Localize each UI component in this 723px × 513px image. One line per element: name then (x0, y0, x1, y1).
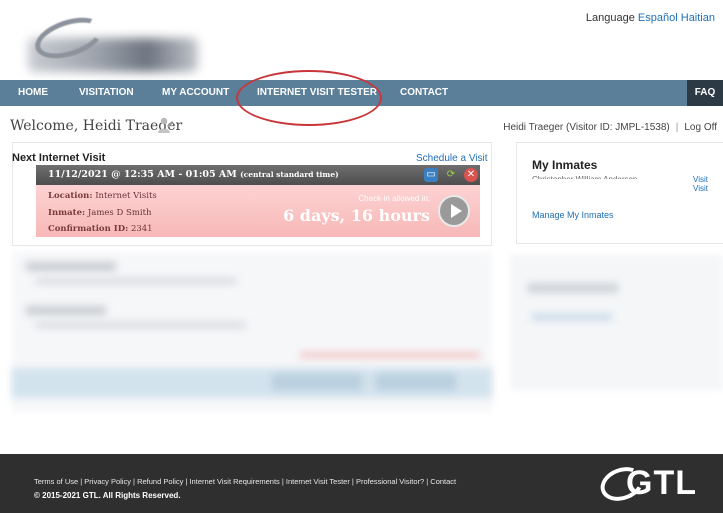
visit-header-bar: 11/12/2021 @ 12:35 AM - 01:05 AM (centra… (36, 165, 480, 185)
manage-inmates-link[interactable]: Manage My Inmates (532, 210, 614, 220)
blurred-text (36, 322, 246, 328)
footer-logo-text: GTL (626, 464, 697, 502)
visit-confirmation: Confirmation ID: 2341 (48, 224, 153, 234)
visit-inmate: Inmate: James D Smith (48, 208, 151, 218)
language-link-haitian[interactable]: Haitian (681, 12, 715, 24)
inmate-value: James D Smith (87, 208, 152, 218)
blurred-accent (300, 353, 480, 357)
inmate-visit-link-1[interactable]: Visit (693, 175, 708, 184)
user-edit-icon[interactable] (156, 116, 174, 134)
language-selector: Language Español Haitian (586, 12, 715, 24)
monitor-icon[interactable]: ▭ (424, 168, 438, 182)
start-visit-play-button[interactable] (438, 195, 470, 227)
checkin-countdown: 6 days, 16 hours (283, 206, 430, 225)
nav-internet-visit-tester[interactable]: INTERNET VISIT TESTER (245, 80, 389, 106)
language-link-spanish[interactable]: Español (638, 12, 678, 24)
nav-my-account[interactable]: MY ACCOUNT (150, 80, 241, 106)
schedule-visit-link[interactable]: Schedule a Visit (416, 153, 488, 164)
nav-visitation[interactable]: VISITATION (67, 80, 146, 106)
footer: Terms of Use | Privacy Policy | Refund P… (0, 454, 723, 513)
confirmation-label: Confirmation ID: (48, 224, 129, 234)
visit-datetime: 11/12/2021 @ 12:35 AM - 01:05 AM (centra… (48, 169, 339, 180)
blurred-button (376, 374, 456, 390)
main-nav: HOME VISITATION MY ACCOUNT INTERNET VISI… (0, 80, 723, 106)
checkin-label: Check-in allowed in: (358, 194, 430, 203)
reschedule-icon[interactable]: ⟳ (444, 168, 458, 182)
nav-contact[interactable]: CONTACT (388, 80, 460, 106)
footer-gtl-logo: GTL (595, 461, 720, 508)
log-off-link[interactable]: Log Off (684, 122, 717, 133)
blurred-side-panel (510, 255, 723, 390)
blurred-text (36, 278, 236, 284)
next-visit-title: Next Internet Visit (12, 152, 106, 164)
nav-faq[interactable]: FAQ (687, 80, 723, 106)
visitor-id-label: Heidi Traeger (Visitor ID: JMPL-1538) (503, 122, 670, 133)
visitor-info-bar: Heidi Traeger (Visitor ID: JMPL-1538) | Lo… (503, 122, 717, 133)
blurred-heading (26, 262, 116, 271)
blurred-link (532, 314, 612, 320)
visit-timezone: (central standard time) (240, 170, 339, 179)
footer-copyright: © 2015-2021 GTL. All Rights Reserved. (34, 491, 181, 500)
my-inmates-title: My Inmates (532, 158, 598, 172)
footer-links[interactable]: Terms of Use | Privacy Policy | Refund P… (34, 477, 456, 486)
cancel-visit-icon[interactable]: ✕ (464, 168, 478, 182)
inmate-label: Inmate: (48, 208, 86, 218)
gtl-logo[interactable] (14, 10, 198, 72)
divider: | (675, 122, 679, 133)
blurred-heading (26, 306, 106, 315)
location-label: Location: (48, 191, 93, 201)
confirmation-value: 2341 (130, 224, 153, 234)
blurred-heading (528, 284, 618, 292)
location-value: Internet Visits (95, 191, 157, 201)
visit-location: Location: Internet Visits (48, 191, 157, 201)
visit-details: Location: Internet Visits Inmate: James … (36, 185, 480, 237)
language-label: Language (585, 12, 635, 24)
nav-home[interactable]: HOME (6, 80, 60, 106)
visit-datetime-text: 11/12/2021 @ 12:35 AM - 01:05 AM (48, 169, 237, 180)
blurred-button (272, 374, 362, 390)
inmate-visit-link-2[interactable]: Visit (693, 184, 708, 193)
inmate-name: Christopher William Anderson (532, 173, 662, 179)
